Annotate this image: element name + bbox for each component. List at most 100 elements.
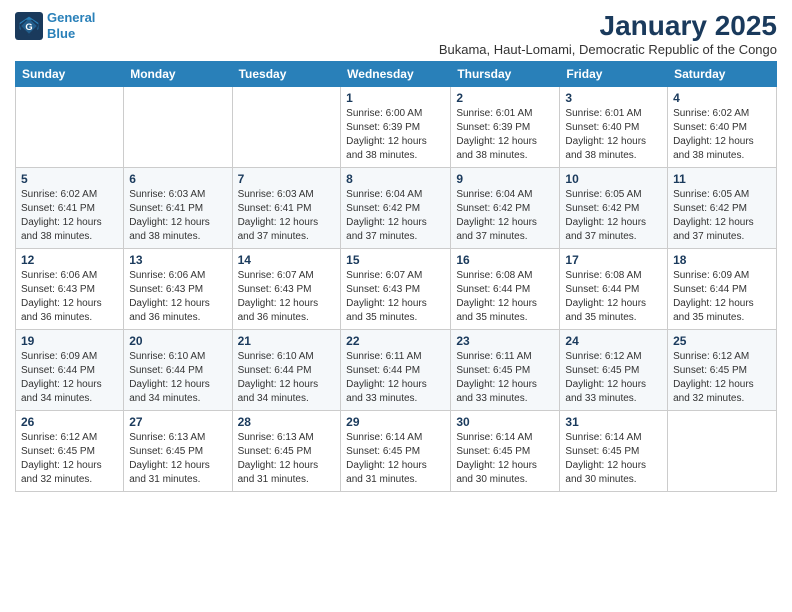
week-row-3: 12 Sunrise: 6:06 AM Sunset: 6:43 PM Dayli… xyxy=(16,249,777,330)
day-cell: 6 Sunrise: 6:03 AM Sunset: 6:41 PM Daylig… xyxy=(124,168,232,249)
day-info: Sunrise: 6:03 AM Sunset: 6:41 PM Dayligh… xyxy=(238,188,336,244)
day-cell: 19Sunrise: 6:09 AM Sunset: 6:44 PM Dayli… xyxy=(16,330,124,411)
day-info: Sunrise: 6:08 AM Sunset: 6:44 PM Dayligh… xyxy=(456,269,554,325)
day-number: 9 xyxy=(456,172,554,186)
day-cell: 27 Sunrise: 6:13 AM Sunset: 6:45 PM Dayli… xyxy=(124,411,232,492)
day-info: Sunrise: 6:07 AM Sunset: 6:43 PM Dayligh… xyxy=(346,269,445,325)
day-cell xyxy=(232,87,341,168)
day-info: Sunrise: 6:14 AM Sunset: 6:45 PM Dayligh… xyxy=(346,431,445,487)
day-info: Sunrise: 6:11 AM Sunset: 6:45 PM Dayligh… xyxy=(456,350,554,406)
calendar-table: SundayMondayTuesdayWednesdayThursdayFrid… xyxy=(15,61,777,492)
day-number: 2 xyxy=(456,91,554,105)
day-cell: 31 Sunrise: 6:14 AM Sunset: 6:45 PM Dayli… xyxy=(560,411,668,492)
svg-text:G: G xyxy=(25,21,32,31)
day-number: 16 xyxy=(456,253,554,267)
logo-icon: G xyxy=(15,12,43,40)
day-number: 31 xyxy=(565,415,662,429)
day-number: 1 xyxy=(346,91,445,105)
day-cell: 12 Sunrise: 6:06 AM Sunset: 6:43 PM Dayli… xyxy=(16,249,124,330)
day-info: Sunrise: 6:01 AM Sunset: 6:39 PM Dayligh… xyxy=(456,107,554,163)
weekday-header-row: SundayMondayTuesdayWednesdayThursdayFrid… xyxy=(16,62,777,87)
day-info: Sunrise: 6:01 AM Sunset: 6:40 PM Dayligh… xyxy=(565,107,662,163)
title-block: January 2025 Bukama, Haut-Lomami, Democr… xyxy=(439,10,777,57)
day-number: 6 xyxy=(129,172,226,186)
weekday-saturday: Saturday xyxy=(668,62,777,87)
day-cell: 1 Sunrise: 6:00 AM Sunset: 6:39 PM Daylig… xyxy=(341,87,451,168)
day-number: 27 xyxy=(129,415,226,429)
day-number: 12 xyxy=(21,253,118,267)
day-cell: 22Sunrise: 6:11 AM Sunset: 6:44 PM Dayli… xyxy=(341,330,451,411)
day-cell: 28Sunrise: 6:13 AM Sunset: 6:45 PM Dayli… xyxy=(232,411,341,492)
day-number: 17 xyxy=(565,253,662,267)
day-number: 23 xyxy=(456,334,554,348)
day-info: Sunrise: 6:12 AM Sunset: 6:45 PM Dayligh… xyxy=(673,350,771,406)
subtitle: Bukama, Haut-Lomami, Democratic Republic… xyxy=(439,42,777,57)
day-number: 28 xyxy=(238,415,336,429)
day-info: Sunrise: 6:05 AM Sunset: 6:42 PM Dayligh… xyxy=(565,188,662,244)
day-info: Sunrise: 6:06 AM Sunset: 6:43 PM Dayligh… xyxy=(21,269,118,325)
day-info: Sunrise: 6:04 AM Sunset: 6:42 PM Dayligh… xyxy=(346,188,445,244)
week-row-5: 26Sunrise: 6:12 AM Sunset: 6:45 PM Dayli… xyxy=(16,411,777,492)
day-info: Sunrise: 6:07 AM Sunset: 6:43 PM Dayligh… xyxy=(238,269,336,325)
day-number: 4 xyxy=(673,91,771,105)
day-info: Sunrise: 6:02 AM Sunset: 6:40 PM Dayligh… xyxy=(673,107,771,163)
day-number: 29 xyxy=(346,415,445,429)
day-cell xyxy=(124,87,232,168)
day-cell xyxy=(668,411,777,492)
day-info: Sunrise: 6:04 AM Sunset: 6:42 PM Dayligh… xyxy=(456,188,554,244)
weekday-thursday: Thursday xyxy=(451,62,560,87)
day-info: Sunrise: 6:10 AM Sunset: 6:44 PM Dayligh… xyxy=(238,350,336,406)
day-info: Sunrise: 6:09 AM Sunset: 6:44 PM Dayligh… xyxy=(673,269,771,325)
day-cell: 30Sunrise: 6:14 AM Sunset: 6:45 PM Dayli… xyxy=(451,411,560,492)
day-number: 11 xyxy=(673,172,771,186)
day-cell: 2 Sunrise: 6:01 AM Sunset: 6:39 PM Daylig… xyxy=(451,87,560,168)
week-row-2: 5 Sunrise: 6:02 AM Sunset: 6:41 PM Daylig… xyxy=(16,168,777,249)
weekday-wednesday: Wednesday xyxy=(341,62,451,87)
day-cell: 11 Sunrise: 6:05 AM Sunset: 6:42 PM Dayli… xyxy=(668,168,777,249)
logo-text: General Blue xyxy=(47,10,95,41)
day-number: 7 xyxy=(238,172,336,186)
day-cell: 5 Sunrise: 6:02 AM Sunset: 6:41 PM Daylig… xyxy=(16,168,124,249)
day-cell: 3 Sunrise: 6:01 AM Sunset: 6:40 PM Daylig… xyxy=(560,87,668,168)
day-cell xyxy=(16,87,124,168)
day-info: Sunrise: 6:10 AM Sunset: 6:44 PM Dayligh… xyxy=(129,350,226,406)
day-number: 20 xyxy=(129,334,226,348)
day-info: Sunrise: 6:08 AM Sunset: 6:44 PM Dayligh… xyxy=(565,269,662,325)
day-number: 18 xyxy=(673,253,771,267)
day-number: 5 xyxy=(21,172,118,186)
day-number: 24 xyxy=(565,334,662,348)
weekday-tuesday: Tuesday xyxy=(232,62,341,87)
day-number: 26 xyxy=(21,415,118,429)
day-cell: 17 Sunrise: 6:08 AM Sunset: 6:44 PM Dayli… xyxy=(560,249,668,330)
day-cell: 8 Sunrise: 6:04 AM Sunset: 6:42 PM Daylig… xyxy=(341,168,451,249)
weekday-friday: Friday xyxy=(560,62,668,87)
page: G General Blue January 2025 Bukama, Haut… xyxy=(0,0,792,612)
day-info: Sunrise: 6:13 AM Sunset: 6:45 PM Dayligh… xyxy=(129,431,226,487)
day-cell: 16 Sunrise: 6:08 AM Sunset: 6:44 PM Dayli… xyxy=(451,249,560,330)
day-cell: 25 Sunrise: 6:12 AM Sunset: 6:45 PM Dayli… xyxy=(668,330,777,411)
day-cell: 26Sunrise: 6:12 AM Sunset: 6:45 PM Dayli… xyxy=(16,411,124,492)
day-cell: 10Sunrise: 6:05 AM Sunset: 6:42 PM Dayli… xyxy=(560,168,668,249)
day-cell: 24Sunrise: 6:12 AM Sunset: 6:45 PM Dayli… xyxy=(560,330,668,411)
day-info: Sunrise: 6:00 AM Sunset: 6:39 PM Dayligh… xyxy=(346,107,445,163)
day-info: Sunrise: 6:11 AM Sunset: 6:44 PM Dayligh… xyxy=(346,350,445,406)
day-cell: 9 Sunrise: 6:04 AM Sunset: 6:42 PM Daylig… xyxy=(451,168,560,249)
header: G General Blue January 2025 Bukama, Haut… xyxy=(15,10,777,57)
day-number: 3 xyxy=(565,91,662,105)
week-row-4: 19Sunrise: 6:09 AM Sunset: 6:44 PM Dayli… xyxy=(16,330,777,411)
day-info: Sunrise: 6:05 AM Sunset: 6:42 PM Dayligh… xyxy=(673,188,771,244)
day-cell: 23 Sunrise: 6:11 AM Sunset: 6:45 PM Dayli… xyxy=(451,330,560,411)
day-number: 25 xyxy=(673,334,771,348)
day-info: Sunrise: 6:02 AM Sunset: 6:41 PM Dayligh… xyxy=(21,188,118,244)
day-cell: 14Sunrise: 6:07 AM Sunset: 6:43 PM Dayli… xyxy=(232,249,341,330)
day-cell: 29 Sunrise: 6:14 AM Sunset: 6:45 PM Dayli… xyxy=(341,411,451,492)
day-info: Sunrise: 6:09 AM Sunset: 6:44 PM Dayligh… xyxy=(21,350,118,406)
day-cell: 20 Sunrise: 6:10 AM Sunset: 6:44 PM Dayli… xyxy=(124,330,232,411)
day-info: Sunrise: 6:03 AM Sunset: 6:41 PM Dayligh… xyxy=(129,188,226,244)
logo-line1: General xyxy=(47,10,95,26)
day-number: 8 xyxy=(346,172,445,186)
day-info: Sunrise: 6:14 AM Sunset: 6:45 PM Dayligh… xyxy=(565,431,662,487)
day-cell: 18 Sunrise: 6:09 AM Sunset: 6:44 PM Dayli… xyxy=(668,249,777,330)
day-number: 21 xyxy=(238,334,336,348)
weekday-monday: Monday xyxy=(124,62,232,87)
